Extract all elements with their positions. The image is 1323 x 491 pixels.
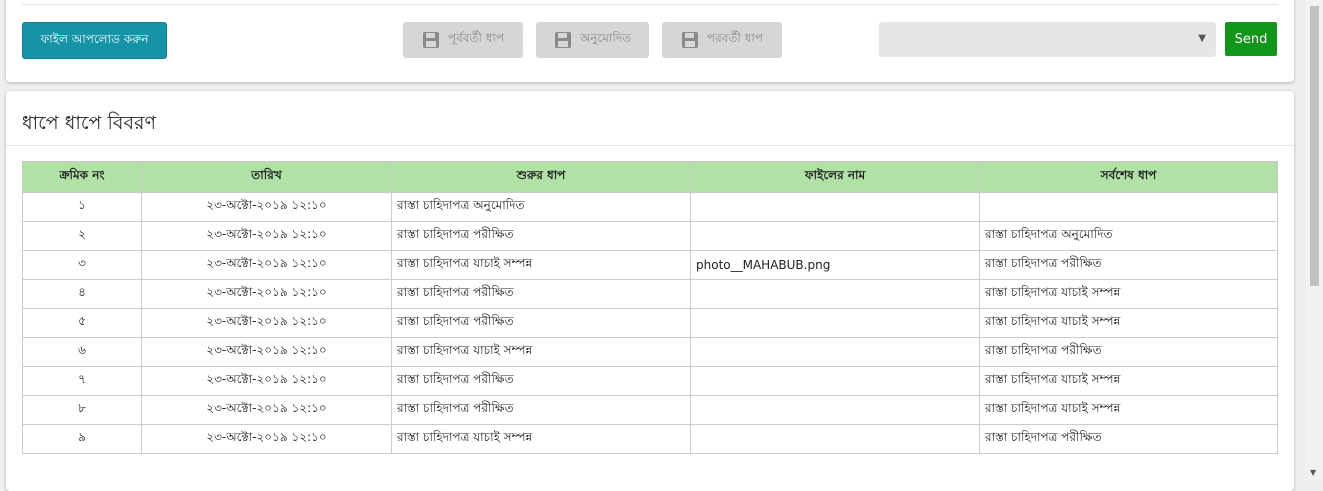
cell-date: ২৩-অক্টো-২০১৯ ১২:১০	[141, 250, 392, 280]
next-step-button[interactable]: পরবর্তী ধাপ	[662, 22, 782, 58]
cell-serial: ২	[22, 221, 142, 251]
cell-file-name	[690, 424, 980, 454]
cell-file-name	[690, 337, 980, 367]
cell-date: ২৩-অক্টো-২০১৯ ১২:১০	[141, 424, 392, 454]
action-panel: ফাইল আপলোড করুন পূর্ববর্তী ধাপ অনুমোদিত …	[6, 0, 1294, 82]
col-start-step: শুরুর ধাপ	[391, 161, 691, 193]
table-row: ১ ২৩-অক্টো-২০১৯ ১২:১০ রাস্তা চাহিদাপত্র অন…	[22, 192, 1278, 222]
scrollbar-thumb[interactable]	[1310, 6, 1319, 286]
cell-last-step	[979, 192, 1278, 222]
approve-button[interactable]: অনুমোদিত	[536, 22, 649, 58]
previous-step-label: পূর্ববর্তী ধাপ	[447, 31, 505, 45]
page-scrollbar[interactable]: ▼	[1306, 0, 1323, 481]
cell-start-step: রাস্তা চাহিদাপত্র পরীক্ষিত	[391, 221, 691, 251]
chevron-down-icon: ▼	[1198, 33, 1206, 44]
cell-last-step: রাস্তা চাহিদাপত্র যাচাই সম্পন্ন	[979, 366, 1278, 396]
cell-start-step: রাস্তা চাহিদাপত্র পরীক্ষিত	[391, 366, 691, 396]
save-icon	[554, 31, 572, 49]
steps-table: ক্রমিক নং তারিখ শুরুর ধাপ ফাইলের নাম সর্…	[22, 161, 1278, 454]
cell-date: ২৩-অক্টো-২০১৯ ১২:১০	[141, 337, 392, 367]
cell-file-name	[690, 279, 980, 309]
col-serial: ক্রমিক নং	[22, 161, 142, 193]
cell-last-step: রাস্তা চাহিদাপত্র যাচাই সম্পন্ন	[979, 279, 1278, 309]
save-icon	[422, 31, 440, 49]
save-icon	[681, 31, 699, 49]
cell-start-step: রাস্তা চাহিদাপত্র পরীক্ষিত	[391, 308, 691, 338]
cell-last-step: রাস্তা চাহিদাপত্র পরীক্ষিত	[979, 337, 1278, 367]
cell-date: ২৩-অক্টো-২০১৯ ১২:১০	[141, 279, 392, 309]
divider	[22, 4, 1278, 5]
cell-last-step: রাস্তা চাহিদাপত্র পরীক্ষিত	[979, 250, 1278, 280]
divider	[6, 145, 1294, 146]
cell-serial: ১	[22, 192, 142, 222]
cell-date: ২৩-অক্টো-২০১৯ ১২:১০	[141, 308, 392, 338]
recipient-select[interactable]: ▼	[879, 22, 1216, 57]
table-row: ৩ ২৩-অক্টো-২০১৯ ১২:১০ রাস্তা চাহিদাপত্র যা…	[22, 250, 1278, 280]
cell-serial: ৩	[22, 250, 142, 280]
table-row: ২ ২৩-অক্টো-২০১৯ ১২:১০ রাস্তা চাহিদাপত্র পর…	[22, 221, 1278, 251]
cell-serial: ৮	[22, 395, 142, 425]
cell-file-name: photo__MAHABUB.png	[690, 250, 980, 280]
cell-last-step: রাস্তা চাহিদাপত্র অনুমোদিত	[979, 221, 1278, 251]
table-header-row: ক্রমিক নং তারিখ শুরুর ধাপ ফাইলের নাম সর্…	[22, 161, 1278, 193]
cell-serial: ৭	[22, 366, 142, 396]
cell-start-step: রাস্তা চাহিদাপত্র যাচাই সম্পন্ন	[391, 424, 691, 454]
scroll-down-icon[interactable]: ▼	[1310, 468, 1316, 477]
col-date: তারিখ	[141, 161, 392, 193]
cell-last-step: রাস্তা চাহিদাপত্র পরীক্ষিত	[979, 424, 1278, 454]
table-row: ৪ ২৩-অক্টো-২০১৯ ১২:১০ রাস্তা চাহিদাপত্র পর…	[22, 279, 1278, 309]
cell-last-step: রাস্তা চাহিদাপত্র যাচাই সম্পন্ন	[979, 395, 1278, 425]
cell-start-step: রাস্তা চাহিদাপত্র পরীক্ষিত	[391, 279, 691, 309]
col-last-step: সর্বশেষ ধাপ	[979, 161, 1278, 193]
cell-date: ২৩-অক্টো-২০১৯ ১২:১০	[141, 192, 392, 222]
cell-start-step: রাস্তা চাহিদাপত্র অনুমোদিত	[391, 192, 691, 222]
table-row: ৫ ২৩-অক্টো-২০১৯ ১২:১০ রাস্তা চাহিদাপত্র পর…	[22, 308, 1278, 338]
approve-label: অনুমোদিত	[579, 31, 632, 45]
table-row: ৭ ২৩-অক্টো-২০১৯ ১২:১০ রাস্তা চাহিদাপত্র পর…	[22, 366, 1278, 396]
send-button[interactable]: Send	[1225, 22, 1277, 56]
cell-file-name	[690, 366, 980, 396]
cell-file-name	[690, 192, 980, 222]
cell-serial: ৫	[22, 308, 142, 338]
cell-file-name	[690, 395, 980, 425]
table-row: ৮ ২৩-অক্টো-২০১৯ ১২:১০ রাস্তা চাহিদাপত্র পর…	[22, 395, 1278, 425]
upload-file-button[interactable]: ফাইল আপলোড করুন	[22, 22, 167, 59]
cell-start-step: রাস্তা চাহিদাপত্র যাচাই সম্পন্ন	[391, 250, 691, 280]
cell-start-step: রাস্তা চাহিদাপত্র যাচাই সম্পন্ন	[391, 337, 691, 367]
cell-last-step: রাস্তা চাহিদাপত্র যাচাই সম্পন্ন	[979, 308, 1278, 338]
cell-date: ২৩-অক্টো-২০১৯ ১২:১০	[141, 221, 392, 251]
table-row: ৯ ২৩-অক্টো-২০১৯ ১২:১০ রাস্তা চাহিদাপত্র যা…	[22, 424, 1278, 454]
cell-start-step: রাস্তা চাহিদাপত্র পরীক্ষিত	[391, 395, 691, 425]
table-row: ৬ ২৩-অক্টো-২০১৯ ১২:১০ রাস্তা চাহিদাপত্র যা…	[22, 337, 1278, 367]
col-file-name: ফাইলের নাম	[690, 161, 980, 193]
cell-file-name	[690, 221, 980, 251]
cell-serial: ৬	[22, 337, 142, 367]
previous-step-button[interactable]: পূর্ববর্তী ধাপ	[403, 22, 523, 58]
cell-date: ২৩-অক্টো-২০১৯ ১২:১০	[141, 366, 392, 396]
step-details-panel: ধাপে ধাপে বিবরণ ক্রমিক নং তারিখ শুরুর ধা…	[6, 91, 1294, 491]
cell-serial: ৯	[22, 424, 142, 454]
section-title: ধাপে ধাপে বিবরণ	[22, 112, 156, 134]
cell-serial: ৪	[22, 279, 142, 309]
cell-date: ২৩-অক্টো-২০১৯ ১২:১০	[141, 395, 392, 425]
cell-file-name	[690, 308, 980, 338]
next-step-label: পরবর্তী ধাপ	[706, 31, 764, 45]
